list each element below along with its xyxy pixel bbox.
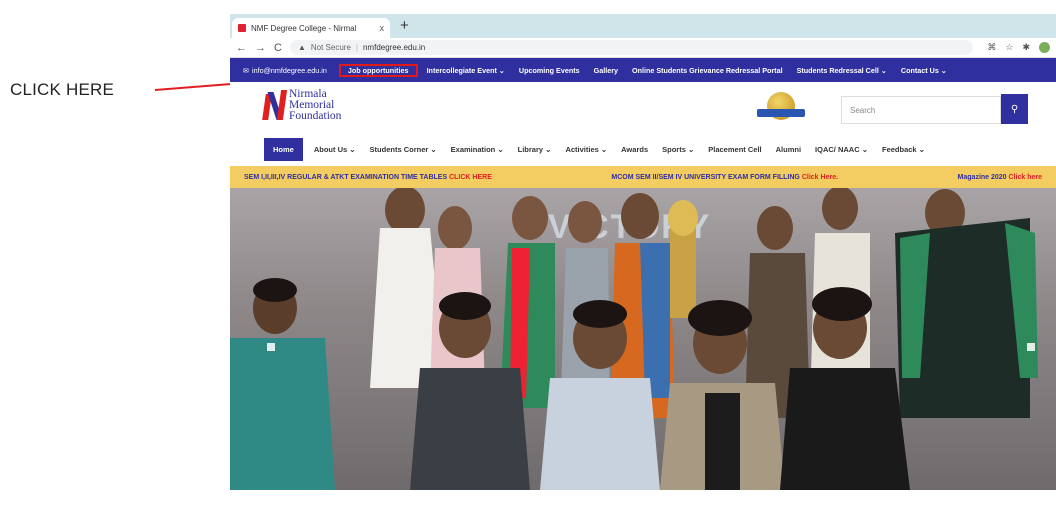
nav-item-alumni[interactable]: Alumni [769,145,808,154]
news-ticker: SEM I,II,III,IV REGULAR & ATKT EXAMINATI… [230,166,1056,188]
nav-item-iqac-naac[interactable]: IQAC/ NAAC ⌄ [808,145,875,154]
main-navigation: Home About Us ⌄ Students Corner ⌄ Examin… [230,134,1056,164]
ticker-link-1[interactable]: CLICK HERE [449,174,492,181]
search-button[interactable]: ⚲ [1001,94,1028,124]
group-photo [230,188,1038,490]
translate-icon[interactable]: ⌘ [987,42,996,53]
logo-line-3: Foundation [289,110,342,122]
omnibox-divider: | [355,43,358,52]
ticker-text-3: Magazine 2020 [957,173,1007,181]
nav-item-awards[interactable]: Awards [614,145,655,154]
profile-icon[interactable] [1039,42,1050,53]
ticker-link-2[interactable]: Click Here. [802,174,838,181]
nav-item-about-us[interactable]: About Us ⌄ [307,145,363,154]
click-here-annotation: CLICK HERE [10,80,115,99]
slider-next-button[interactable] [1027,343,1035,351]
topnav-item-upcoming-events[interactable]: Upcoming Events [512,66,587,75]
ticker-item-timetables: SEM I,II,III,IV REGULAR & ATKT EXAMINATI… [244,174,492,181]
forward-button[interactable]: → [255,42,266,54]
topnav-item-contact-us[interactable]: Contact Us ⌄ [894,66,954,75]
site-top-bar: ✉ info@nmfdegree.edu.in Job opportunitie… [230,58,1056,82]
new-tab-button[interactable]: + [400,17,409,35]
tab-close-icon[interactable]: x [380,23,385,33]
nav-item-home[interactable]: Home [264,137,303,161]
extensions-icon[interactable]: ✱ [1022,42,1030,53]
star-icon[interactable]: ☆ [1005,42,1013,53]
nav-item-sports[interactable]: Sports ⌄ [655,145,701,154]
topnav-item-intercollegiate-event[interactable]: Intercollegiate Event ⌄ [420,66,512,75]
nav-item-students-corner[interactable]: Students Corner ⌄ [363,145,444,154]
reload-button[interactable]: C [274,42,282,54]
hero-slider-image: VICTORY [230,188,1056,490]
email-text: info@nmfdegree.edu.in [252,65,327,75]
back-button[interactable]: ← [236,42,247,54]
logo-wordmark: Nirmala Memorial Foundation [289,88,342,122]
mail-icon: ✉ [243,65,250,75]
ticker-link-3[interactable]: Click here [1009,174,1042,181]
address-bar-row: ← → C ▲ Not Secure | nmfdegree.edu.in ⌘ … [230,38,1056,58]
nav-item-activities[interactable]: Activities ⌄ [558,145,614,154]
slider-prev-button[interactable] [267,343,275,351]
topnav-item-gallery[interactable]: Gallery [587,66,625,75]
site-logo[interactable]: Nirmala Memorial Foundation [262,88,342,122]
ticker-text-1: SEM I,II,III,IV REGULAR & ATKT EXAMINATI… [244,173,448,181]
topnav-item-job-opportunities[interactable]: Job opportunities [338,63,418,77]
search-input[interactable]: Search [841,96,1001,124]
warning-icon[interactable]: ▲ [298,43,306,52]
nav-item-placement-cell[interactable]: Placement Cell [701,145,768,154]
tab-title: NMF Degree College - Nirmal [251,23,357,33]
nav-item-feedback[interactable]: Feedback ⌄ [875,145,932,154]
search-icon: ⚲ [1010,103,1019,115]
site-favicon-icon [238,24,246,32]
nmf-logo-icon [262,89,288,122]
browser-toolbar-icons: ⌘ ☆ ✱ [987,42,1050,53]
browser-tab-bar: NMF Degree College - Nirmal x + [230,14,1056,38]
screenshot-page: CLICK HERE NMF Degree College - Nirmal x… [0,0,1056,510]
url-input[interactable]: ▲ Not Secure | nmfdegree.edu.in [289,40,974,55]
browser-window: NMF Degree College - Nirmal x + ← → C ▲ … [230,14,1056,510]
url-text: nmfdegree.edu.in [362,43,426,52]
ticker-item-magazine: Magazine 2020 Click here [958,174,1042,181]
topnav-item-grievance-portal[interactable]: Online Students Grievance Redressal Port… [625,66,790,75]
nav-item-library[interactable]: Library ⌄ [511,145,559,154]
award-badge-icon [757,92,805,128]
browser-tab[interactable]: NMF Degree College - Nirmal x [232,18,390,38]
email-link[interactable]: ✉ info@nmfdegree.edu.in [236,66,337,75]
topnav-item-redressal-cell[interactable]: Students Redressal Cell ⌄ [790,66,894,75]
security-status: Not Secure [310,43,351,52]
ticker-text-2: MCOM SEM II/SEM IV UNIVERSITY EXAM FORM … [611,173,800,181]
nav-item-examination[interactable]: Examination ⌄ [444,145,511,154]
site-header: Nirmala Memorial Foundation Search ⚲ [230,82,1056,134]
ticker-item-exam-form: MCOM SEM II/SEM IV UNIVERSITY EXAM FORM … [611,174,838,181]
